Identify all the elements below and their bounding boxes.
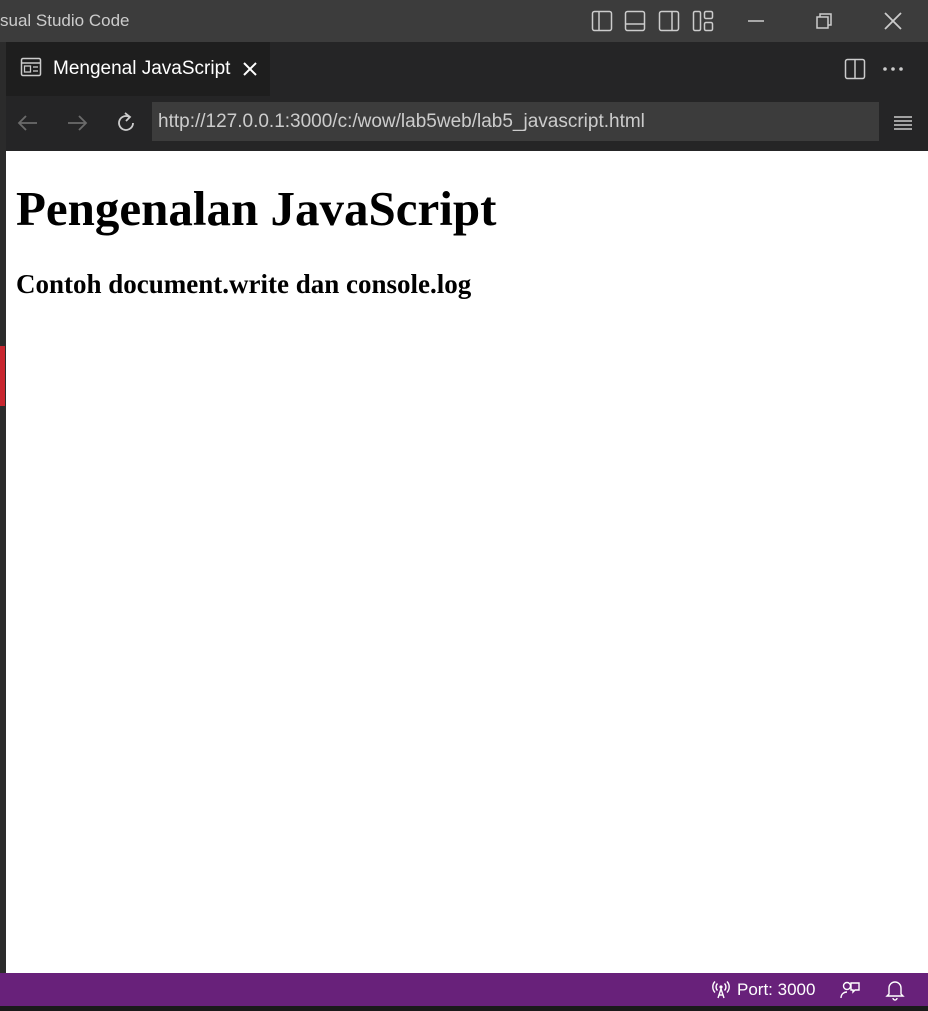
url-input[interactable] [152, 102, 879, 141]
back-icon[interactable] [13, 108, 43, 138]
toggle-secondary-sidebar-icon[interactable] [656, 0, 682, 42]
restore-icon[interactable] [801, 0, 847, 42]
bell-icon[interactable] [885, 973, 905, 1006]
preview-icon [20, 57, 42, 82]
window-title: sual Studio Code [0, 11, 130, 30]
split-editor-icon[interactable] [842, 56, 868, 82]
forward-icon[interactable] [62, 108, 92, 138]
customize-layout-icon[interactable] [690, 0, 716, 42]
browser-nav-bar [6, 96, 928, 151]
vscode-window: sual Studio Code Mengenal JavaScript htt… [0, 0, 928, 1011]
editor-tab-bar: Mengenal JavaScript [6, 42, 928, 96]
title-bar: sual Studio Code [0, 0, 928, 42]
tab-label: Mengenal JavaScript [53, 58, 231, 79]
minimize-icon[interactable] [733, 0, 779, 42]
window-bottom-edge [0, 1006, 928, 1011]
menu-icon[interactable] [888, 108, 918, 138]
page-content: Pengenalan JavaScript Contoh document.wr… [6, 151, 928, 973]
tab-mengenal-javascript[interactable]: Mengenal JavaScript [6, 42, 270, 96]
page-subheading: Contoh document.write dan console.log [16, 269, 472, 299]
toggle-panel-icon[interactable] [622, 0, 648, 42]
port-status-item[interactable]: Port: 3000 [711, 973, 815, 1006]
reload-icon[interactable] [111, 108, 141, 138]
feedback-icon[interactable] [839, 973, 861, 1006]
port-label: Port: 3000 [737, 979, 816, 999]
close-icon[interactable] [870, 0, 916, 42]
edge-indicator [0, 346, 5, 406]
page-heading: Pengenalan JavaScript [16, 181, 497, 236]
toggle-primary-sidebar-icon[interactable] [589, 0, 615, 42]
status-bar: Port: 3000 [0, 973, 928, 1006]
tab-close-icon[interactable] [242, 61, 258, 77]
more-actions-icon[interactable] [880, 56, 906, 82]
broadcast-icon [711, 980, 731, 1000]
